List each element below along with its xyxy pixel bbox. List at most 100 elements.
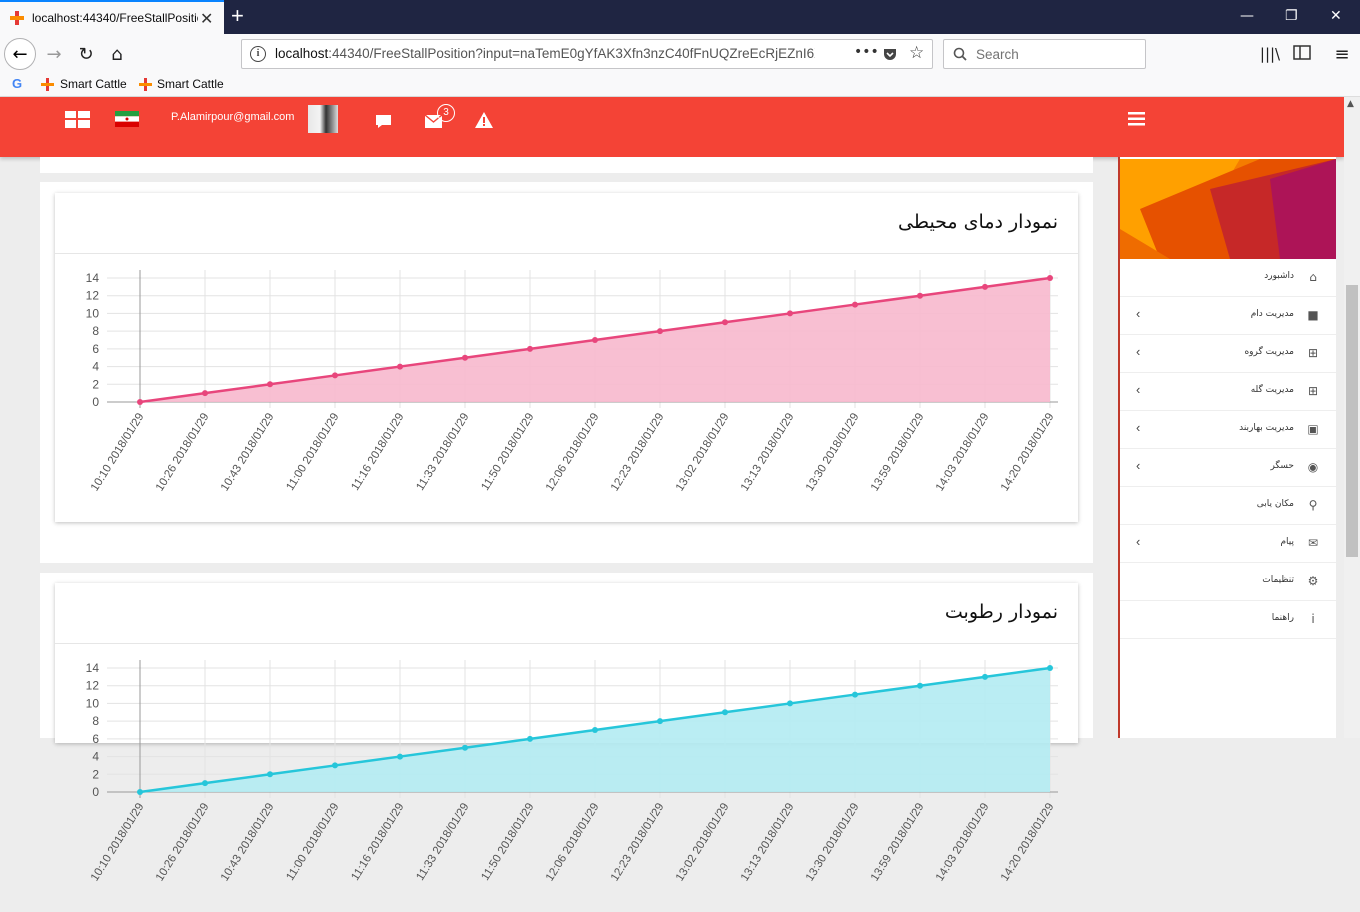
humidity-chart: 0 2 4 6 8 10 12 14 10:10 2018/01/29 10:26 2018/01… — [86, 660, 1058, 884]
forward-button[interactable]: → — [42, 42, 66, 66]
chevron-left-icon[interactable]: ‹ — [1136, 534, 1140, 549]
bookmark-smart-cattle-2[interactable]: Smart Cattle — [157, 77, 224, 91]
data-point[interactable] — [592, 337, 598, 343]
warning-icon[interactable] — [475, 112, 493, 128]
sidebar-item[interactable]: حسگر ◉ ‹ — [1120, 449, 1336, 487]
data-point[interactable] — [917, 292, 923, 299]
data-point[interactable] — [852, 691, 858, 698]
sidebar-item-label: حسگر — [1270, 461, 1294, 471]
x-tick-label: 10:10 2018/01/29 — [89, 411, 147, 493]
data-point[interactable] — [202, 390, 208, 397]
data-point[interactable] — [462, 744, 468, 751]
page-actions-icon[interactable]: ••• — [854, 44, 879, 60]
data-point[interactable] — [722, 709, 728, 716]
site-info-icon[interactable]: i — [250, 46, 266, 62]
chevron-left-icon[interactable]: ‹ — [1136, 458, 1140, 473]
sidebar-item[interactable]: راهنما i — [1120, 601, 1336, 639]
home-icon: ⌂ — [1309, 270, 1317, 284]
sidebar-item[interactable]: داشبورد ⌂ — [1120, 259, 1336, 297]
bookmark-star-icon[interactable]: ☆ — [909, 43, 924, 63]
y-tick-label: 14 — [86, 271, 100, 285]
sidebar-item[interactable]: مدیریت گروه ⊞ ‹ — [1120, 335, 1336, 373]
data-point[interactable] — [332, 372, 338, 379]
data-point[interactable] — [332, 762, 338, 769]
sidebar-item[interactable]: تنظیمات ⚙ — [1120, 563, 1336, 601]
data-point[interactable] — [267, 771, 273, 778]
url-bar[interactable]: i localhost:44340/FreeStallPosition?inpu… — [241, 39, 933, 69]
bookmark-smart-cattle-1[interactable]: Smart Cattle — [60, 77, 127, 91]
page-scrollbar[interactable]: ▲ — [1344, 97, 1360, 738]
sidebar-toggle-icon[interactable] — [1293, 45, 1311, 61]
google-icon[interactable]: G — [12, 76, 22, 91]
chat-icon[interactable] — [375, 114, 392, 129]
iran-flag-icon[interactable] — [115, 111, 139, 127]
hamburger-menu-icon[interactable] — [1128, 112, 1145, 126]
chevron-left-icon[interactable]: ‹ — [1136, 420, 1140, 435]
y-tick-label: 2 — [92, 767, 99, 781]
y-tick-label: 12 — [86, 289, 100, 303]
y-tick-label: 8 — [92, 324, 99, 338]
sidebar-item-label: پیام — [1280, 537, 1294, 547]
chevron-left-icon[interactable]: ‹ — [1136, 344, 1140, 359]
reload-button[interactable]: ↻ — [74, 42, 98, 66]
data-point[interactable] — [267, 381, 273, 388]
close-window-button[interactable]: ✕ — [1330, 8, 1342, 24]
data-point[interactable] — [137, 789, 143, 795]
sidebar-item[interactable]: پیام ✉ ‹ — [1120, 525, 1336, 563]
sidebar-item-label: مدیریت دام — [1250, 309, 1294, 319]
url-text[interactable]: localhost:44340/FreeStallPosition?input=… — [275, 46, 815, 61]
data-point[interactable] — [852, 301, 858, 308]
data-point[interactable] — [657, 718, 663, 725]
sidebar-item[interactable]: مکان یابی ⚲ — [1120, 487, 1336, 525]
data-point[interactable] — [202, 780, 208, 787]
x-tick-label: 12:23 2018/01/29 — [609, 411, 667, 493]
x-tick-label: 13:59 2018/01/29 — [869, 801, 927, 883]
bookmarks-bar: G Smart Cattle Smart Cattle — [0, 74, 1360, 97]
x-tick-label: 12:23 2018/01/29 — [609, 801, 667, 883]
user-email[interactable]: P.Alamirpour@gmail.com — [171, 111, 294, 123]
data-point[interactable] — [982, 673, 988, 680]
scrollbar-thumb[interactable] — [1346, 285, 1358, 557]
chevron-left-icon[interactable]: ‹ — [1136, 382, 1140, 397]
data-point[interactable] — [592, 727, 598, 733]
scroll-up-icon[interactable]: ▲ — [1347, 99, 1354, 109]
restore-button[interactable]: ❐ — [1285, 8, 1298, 24]
back-button[interactable]: ← — [4, 38, 36, 70]
x-tick-label: 14:20 2018/01/29 — [999, 801, 1057, 883]
data-point[interactable] — [462, 354, 468, 361]
sidebar-item[interactable]: مدیریت گله ⊞ ‹ — [1120, 373, 1336, 411]
data-point[interactable] — [397, 753, 403, 760]
data-point[interactable] — [722, 319, 728, 326]
pocket-icon[interactable] — [882, 46, 898, 62]
sidebar-item[interactable]: مدیریت بهاربند ▣ ‹ — [1120, 411, 1336, 449]
data-point[interactable] — [982, 283, 988, 290]
data-point[interactable] — [397, 363, 403, 370]
home-button[interactable]: ⌂ — [105, 42, 129, 66]
data-point[interactable] — [527, 735, 533, 742]
browser-tab[interactable]: localhost:44340/FreeStallPosition ✕ — [0, 0, 224, 34]
new-tab-button[interactable]: + — [231, 3, 244, 29]
search-input[interactable]: Search — [943, 39, 1146, 69]
x-tick-label: 11:16 2018/01/29 — [349, 801, 406, 883]
chevron-left-icon[interactable]: ‹ — [1136, 306, 1140, 321]
data-point[interactable] — [527, 345, 533, 352]
menu-icon[interactable]: ≡ — [1330, 42, 1354, 66]
data-point[interactable] — [657, 328, 663, 335]
data-point[interactable] — [137, 399, 143, 405]
sidebar-banner — [1120, 159, 1336, 259]
sidebar-item[interactable]: مدیریت دام ■ ‹ — [1120, 297, 1336, 335]
avatar[interactable] — [308, 105, 338, 133]
tab-title: localhost:44340/FreeStallPosition — [32, 11, 198, 25]
library-icon[interactable]: |||\ — [1258, 42, 1282, 66]
data-point[interactable] — [1047, 665, 1053, 671]
data-point[interactable] — [1047, 275, 1053, 281]
y-tick-label: 8 — [92, 714, 99, 728]
temperature-chart-card: نمودار دمای محیطی 0 2 4 6 8 10 12 14 10:10 2018/… — [55, 193, 1078, 522]
data-point[interactable] — [787, 700, 793, 707]
data-point[interactable] — [787, 310, 793, 317]
messages-count-badge: 3 — [437, 104, 455, 122]
minimize-button[interactable]: — — [1240, 8, 1254, 24]
data-point[interactable] — [917, 682, 923, 689]
close-tab-icon[interactable]: ✕ — [200, 9, 213, 28]
grid-apps-icon[interactable] — [65, 111, 90, 128]
